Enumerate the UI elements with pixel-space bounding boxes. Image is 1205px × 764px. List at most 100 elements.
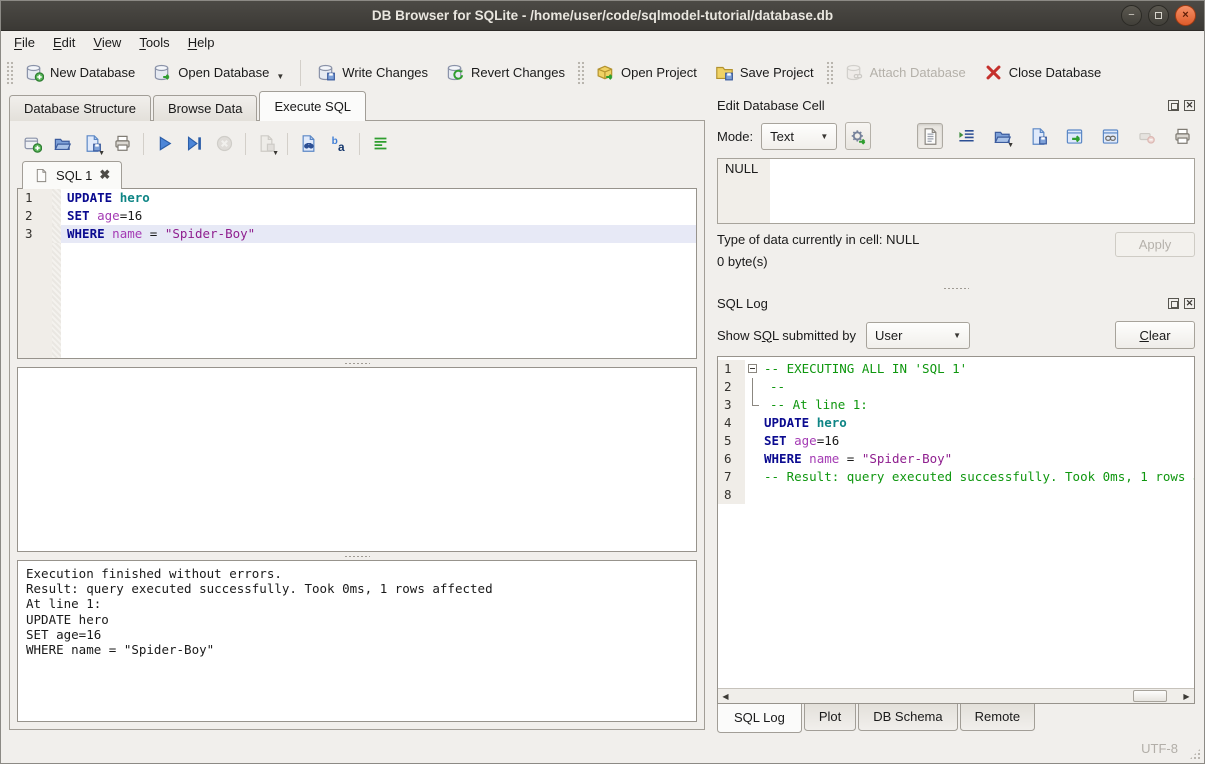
print-cell-button[interactable] bbox=[1169, 123, 1195, 149]
execution-status-log: Execution finished without errors. Resul… bbox=[17, 560, 697, 722]
find-replace-button[interactable] bbox=[295, 130, 322, 157]
maximize-button[interactable] bbox=[1148, 5, 1169, 26]
import-in-cell-button[interactable] bbox=[845, 122, 871, 150]
fold-margin bbox=[745, 396, 762, 414]
open-database-icon bbox=[153, 63, 172, 82]
apply-button[interactable]: Apply bbox=[1115, 232, 1195, 257]
float-panel-icon[interactable] bbox=[1168, 298, 1179, 309]
fold-margin bbox=[745, 378, 762, 396]
log-line-1: 1-- EXECUTING ALL IN 'SQL 1' bbox=[718, 360, 1194, 378]
sql-doc-tab[interactable]: SQL 1 ✖ bbox=[22, 161, 122, 189]
link-cell-button[interactable] bbox=[1097, 123, 1123, 149]
menu-file[interactable]: File bbox=[5, 33, 44, 52]
revert-changes-icon bbox=[446, 63, 465, 82]
fold-margin bbox=[745, 450, 762, 468]
print-cell-icon bbox=[1173, 127, 1192, 146]
tab-database-structure[interactable]: Database Structure bbox=[9, 95, 151, 121]
title-bar[interactable]: DB Browser for SQLite - /home/user/code/… bbox=[1, 1, 1204, 31]
execute-all-button[interactable] bbox=[151, 130, 178, 157]
scrollbar-track[interactable] bbox=[733, 689, 1179, 703]
dock-tab-sql-log[interactable]: SQL Log bbox=[717, 704, 802, 733]
dock-tab-plot[interactable]: Plot bbox=[804, 704, 856, 731]
execute-line-icon bbox=[185, 134, 204, 153]
right-pane: Edit Database Cell ✕ Mode: Text ▼ ▼ NULL bbox=[705, 91, 1204, 734]
dock-tab-db-schema[interactable]: DB Schema bbox=[858, 704, 957, 731]
main-content: Database StructureBrowse DataExecute SQL… bbox=[1, 91, 1204, 734]
tab-browse-data[interactable]: Browse Data bbox=[153, 95, 257, 121]
scrollbar-thumb[interactable] bbox=[1133, 690, 1167, 702]
save-results-button[interactable]: ▼ bbox=[253, 130, 280, 157]
fold-margin bbox=[52, 207, 61, 225]
write-changes-button[interactable]: Write Changes bbox=[308, 59, 437, 86]
minimize-button[interactable]: − bbox=[1121, 5, 1142, 26]
menu-help[interactable]: Help bbox=[179, 33, 224, 52]
fold-collapse-icon[interactable] bbox=[748, 364, 757, 373]
sql-log-filter-row: Show SQL submitted by User ▼ Clear bbox=[717, 314, 1195, 356]
dock-tab-remote[interactable]: Remote bbox=[960, 704, 1036, 731]
sql-editor-toolbar: ▼ ▼ ba bbox=[17, 127, 697, 160]
open-cell-button[interactable]: ▼ bbox=[989, 123, 1015, 149]
editor-line-2: 2SET age=16 bbox=[18, 207, 696, 225]
word-wrap-button[interactable] bbox=[367, 130, 394, 157]
execute-line-button[interactable] bbox=[181, 130, 208, 157]
cell-editor-box[interactable]: NULL bbox=[717, 158, 1195, 224]
stop-button[interactable] bbox=[211, 130, 238, 157]
sql-editor[interactable]: 1UPDATE hero2SET age=163WHERE name = "Sp… bbox=[17, 188, 697, 359]
menu-tools[interactable]: Tools bbox=[130, 33, 178, 52]
scroll-left-icon[interactable]: ◀ bbox=[718, 692, 733, 701]
autocomplete-button[interactable]: ba bbox=[325, 130, 352, 157]
export-cell-button[interactable] bbox=[1061, 123, 1087, 149]
toolbar-grip[interactable] bbox=[6, 61, 13, 85]
new-sql-tab-button[interactable] bbox=[19, 130, 46, 157]
line-number: 5 bbox=[718, 432, 745, 450]
attach-database-button[interactable]: Attach Database bbox=[836, 59, 975, 86]
editor-results-splitter[interactable] bbox=[17, 359, 697, 367]
attach-database-icon bbox=[845, 63, 864, 82]
menu-edit[interactable]: Edit bbox=[44, 33, 84, 52]
close-sql-tab-icon[interactable]: ✖ bbox=[99, 167, 110, 183]
new-database-button[interactable]: New Database bbox=[16, 59, 144, 86]
menu-bar: FileEditViewToolsHelp bbox=[1, 31, 1204, 54]
tab-execute-sql[interactable]: Execute SQL bbox=[259, 91, 366, 121]
save-sql-file-button[interactable]: ▼ bbox=[79, 130, 106, 157]
chevron-down-icon: ▼ bbox=[1007, 142, 1014, 149]
chevron-down-icon: ▼ bbox=[272, 150, 279, 157]
submitted-by-value: User bbox=[875, 328, 902, 343]
fold-margin bbox=[745, 486, 762, 504]
save-cell-button[interactable] bbox=[1025, 123, 1051, 149]
close-panel-icon[interactable]: ✕ bbox=[1184, 100, 1195, 111]
print-button[interactable] bbox=[109, 130, 136, 157]
sql-log-dock-title: SQL Log ✕ bbox=[717, 292, 1195, 314]
dock-splitter[interactable] bbox=[717, 284, 1195, 292]
close-panel-icon[interactable]: ✕ bbox=[1184, 298, 1195, 309]
scroll-right-icon[interactable]: ▶ bbox=[1179, 692, 1194, 701]
open-database-button[interactable]: Open Database▼ bbox=[144, 59, 293, 86]
indent-button[interactable] bbox=[953, 123, 979, 149]
clear-button[interactable]: Clear bbox=[1115, 321, 1195, 349]
results-log-splitter[interactable] bbox=[17, 552, 697, 560]
close-button[interactable]: × bbox=[1175, 5, 1196, 26]
open-project-button[interactable]: Open Project bbox=[587, 59, 706, 86]
toolbar-separator bbox=[287, 133, 288, 155]
mode-select[interactable]: Text ▼ bbox=[761, 123, 837, 150]
line-number: 1 bbox=[18, 189, 52, 207]
revert-changes-button[interactable]: Revert Changes bbox=[437, 59, 574, 86]
save-project-button[interactable]: Save Project bbox=[706, 59, 823, 86]
horizontal-scrollbar[interactable]: ◀ ▶ bbox=[718, 688, 1194, 703]
log-line-8: 8 bbox=[718, 486, 1194, 504]
set-null-button[interactable] bbox=[1133, 123, 1159, 149]
left-pane: Database StructureBrowse DataExecute SQL… bbox=[1, 91, 705, 734]
open-sql-file-button[interactable] bbox=[49, 130, 76, 157]
editor-line-3: 3WHERE name = "Spider-Boy" bbox=[18, 225, 696, 243]
encoding-indicator: UTF-8 bbox=[1141, 741, 1178, 756]
menu-view[interactable]: View bbox=[84, 33, 130, 52]
close-database-button[interactable]: Close Database bbox=[975, 59, 1111, 86]
toolbar-grip[interactable] bbox=[577, 61, 584, 85]
submitted-by-select[interactable]: User ▼ bbox=[866, 322, 970, 349]
line-number: 7 bbox=[718, 468, 745, 486]
float-panel-icon[interactable] bbox=[1168, 100, 1179, 111]
cell-text-area[interactable] bbox=[770, 159, 1194, 223]
toolbar-grip[interactable] bbox=[826, 61, 833, 85]
text-mode-button[interactable] bbox=[917, 123, 943, 149]
resize-grip-icon[interactable] bbox=[1189, 748, 1201, 760]
